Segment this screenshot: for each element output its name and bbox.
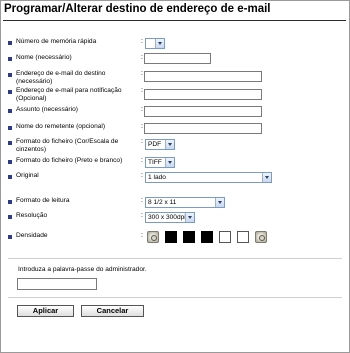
- scan-format-select[interactable]: 8 1/2 x 11: [145, 197, 225, 208]
- speed-dial-label: Número de memória rápida: [16, 38, 97, 45]
- subject-label: Assunto (necessário): [16, 106, 78, 113]
- density-lighter-button[interactable]: [147, 231, 159, 243]
- density-level-3[interactable]: [201, 231, 213, 243]
- colon: :: [141, 70, 143, 77]
- file-format-color-label: Formato do ficheiro (Cor/Escala de cinze…: [16, 138, 119, 153]
- subject-input[interactable]: [144, 106, 262, 117]
- dest-email-label: Endereço de e-mail do destino (necessári…: [16, 70, 106, 85]
- colon: :: [141, 212, 143, 219]
- colon: :: [141, 106, 143, 113]
- bullet-icon: [8, 109, 12, 113]
- file-format-bw-select[interactable]: TIFF: [145, 157, 175, 168]
- section-divider: [8, 297, 342, 298]
- colon: :: [141, 123, 143, 130]
- bullet-icon: [8, 200, 12, 204]
- speed-dial-select[interactable]: [145, 38, 165, 49]
- title-divider: [3, 20, 346, 21]
- dest-email-input[interactable]: [144, 71, 262, 82]
- original-value: 1 lado: [148, 174, 166, 181]
- scan-format-label: Formato de leitura: [16, 197, 70, 204]
- density-level-2[interactable]: [183, 231, 195, 243]
- colon: :: [141, 172, 143, 179]
- scan-format-value: 8 1/2 x 11: [148, 199, 177, 206]
- original-label: Original: [16, 172, 39, 179]
- notify-email-input[interactable]: [144, 89, 262, 100]
- density-label: Densidade: [16, 232, 48, 239]
- colon: :: [141, 87, 143, 94]
- colon: :: [141, 197, 143, 204]
- bullet-icon: [8, 41, 12, 45]
- file-format-bw-label: Formato do ficheiro (Preto e branco): [16, 157, 123, 164]
- sender-name-label: Nome do remetente (opcional): [16, 123, 106, 130]
- section-divider: [8, 258, 342, 259]
- notify-email-label: Endereço de e-mail para notificação (Opc…: [16, 87, 122, 102]
- page-title: Programar/Alterar destino de endereço de…: [4, 3, 271, 15]
- file-format-bw-value: TIFF: [148, 159, 162, 166]
- colon: :: [141, 38, 143, 45]
- resolution-value: 300 x 300dpi: [148, 214, 186, 221]
- name-input[interactable]: [144, 53, 211, 64]
- colon: :: [141, 54, 143, 61]
- name-label: Nome (necessário): [16, 54, 72, 61]
- colon: :: [141, 157, 143, 164]
- colon: :: [141, 232, 143, 239]
- bullet-icon: [8, 73, 12, 77]
- file-format-color-select[interactable]: PDF: [145, 139, 175, 150]
- resolution-label: Resolução: [16, 212, 48, 219]
- file-format-color-value: PDF: [148, 141, 162, 148]
- admin-password-input[interactable]: [17, 278, 97, 290]
- original-select[interactable]: 1 lado: [145, 172, 272, 183]
- density-level-5[interactable]: [237, 231, 249, 243]
- bullet-icon: [8, 126, 12, 130]
- bullet-icon: [8, 160, 12, 164]
- chevron-down-icon[interactable]: [185, 213, 194, 222]
- bullet-icon: [8, 215, 12, 219]
- cancel-button[interactable]: Cancelar: [81, 305, 144, 317]
- chevron-down-icon[interactable]: [165, 140, 174, 149]
- apply-button[interactable]: Aplicar: [17, 305, 74, 317]
- bullet-icon: [8, 235, 12, 239]
- chevron-down-icon[interactable]: [165, 158, 174, 167]
- density-darker-button[interactable]: [255, 231, 267, 243]
- resolution-select[interactable]: 300 x 300dpi: [145, 212, 195, 223]
- admin-password-prompt: Introduza a palavra-passe do administrad…: [18, 266, 147, 273]
- bullet-icon: [8, 90, 12, 94]
- chevron-down-icon[interactable]: [262, 173, 271, 182]
- chevron-down-icon[interactable]: [215, 198, 224, 207]
- sender-name-input[interactable]: [144, 123, 262, 134]
- density-level-1[interactable]: [165, 231, 177, 243]
- chevron-down-icon[interactable]: [155, 39, 164, 48]
- bullet-icon: [8, 141, 12, 145]
- density-level-4[interactable]: [219, 231, 231, 243]
- colon: :: [141, 138, 143, 145]
- bullet-icon: [8, 175, 12, 179]
- bullet-icon: [8, 57, 12, 61]
